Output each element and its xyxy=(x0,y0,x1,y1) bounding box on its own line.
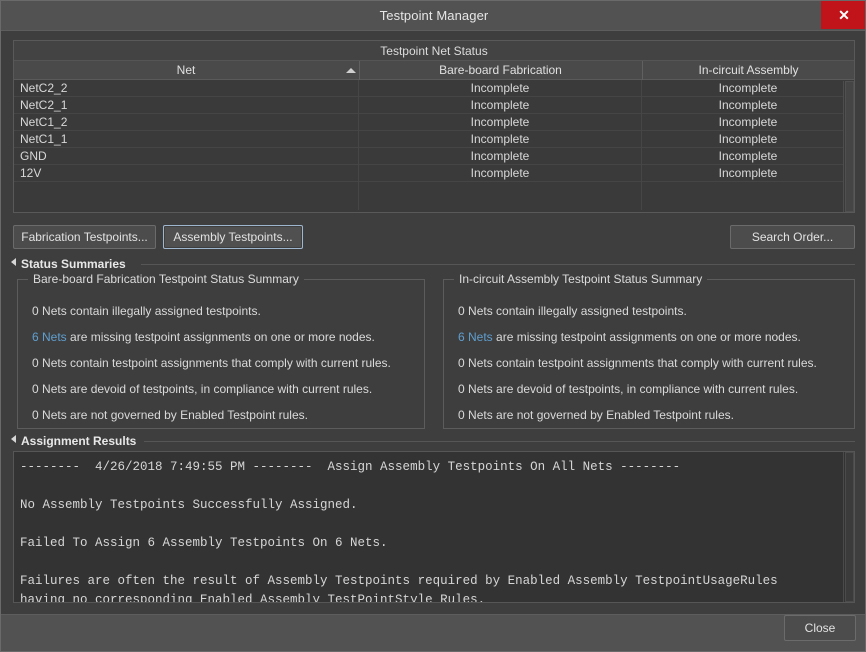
column-header-bare-board-fabrication[interactable]: Bare-board Fabrication xyxy=(359,61,641,80)
fabrication-status-summary-group: Bare-board Fabrication Testpoint Status … xyxy=(17,272,425,429)
summary-line: 0 Nets contain testpoint assignments tha… xyxy=(458,350,848,376)
assignment-results-log-text: -------- 4/26/2018 7:49:55 PM -------- A… xyxy=(20,460,778,603)
column-divider-1[interactable] xyxy=(358,80,359,210)
grid-header-row: Net Bare-board Fabrication In-circuit As… xyxy=(14,61,854,80)
cell-net: NetC1_2 xyxy=(20,115,68,129)
nets-count: 0 xyxy=(458,382,465,396)
sort-ascending-icon[interactable] xyxy=(346,68,356,73)
nets-link[interactable]: 6 Nets xyxy=(32,330,67,344)
nets-count: 0 xyxy=(32,408,39,422)
summary-line: 6 Nets are missing testpoint assignments… xyxy=(458,324,848,350)
cell-assembly: Incomplete xyxy=(718,115,778,129)
table-row[interactable]: NetC2_1 Incomplete Incomplete xyxy=(14,97,854,114)
close-button[interactable]: Close xyxy=(784,615,856,641)
table-row[interactable]: NetC2_2 Incomplete Incomplete xyxy=(14,80,854,97)
cell-fabrication: Incomplete xyxy=(470,132,530,146)
summary-line: 0 Nets are not governed by Enabled Testp… xyxy=(458,402,848,428)
summary-line-text: Nets are devoid of testpoints, in compli… xyxy=(38,382,373,396)
table-row[interactable]: GND Incomplete Incomplete xyxy=(14,148,854,165)
cell-assembly: Incomplete xyxy=(718,149,778,163)
summary-line: 0 Nets contain illegally assigned testpo… xyxy=(458,298,848,324)
assignment-results-section-header[interactable]: Assignment Results xyxy=(11,434,136,450)
summary-line-text: Nets are not governed by Enabled Testpoi… xyxy=(38,408,308,422)
assignment-results-label: Assignment Results xyxy=(21,434,137,448)
cell-assembly: Incomplete xyxy=(718,166,778,180)
assignment-results-log[interactable]: -------- 4/26/2018 7:49:55 PM -------- A… xyxy=(13,451,855,603)
testpoint-net-status-grid: Testpoint Net Status Net Bare-board Fabr… xyxy=(13,40,855,213)
column-header-net[interactable]: Net xyxy=(14,61,358,80)
table-row[interactable]: NetC1_1 Incomplete Incomplete xyxy=(14,131,854,148)
grid-scrollbar-thumb[interactable] xyxy=(845,81,854,212)
column-header-in-circuit-assembly[interactable]: In-circuit Assembly xyxy=(642,61,854,80)
cell-fabrication: Incomplete xyxy=(470,115,530,129)
nets-count: 0 xyxy=(32,356,39,370)
summary-line-text: Nets contain testpoint assignments that … xyxy=(38,356,391,370)
summary-line: 0 Nets are devoid of testpoints, in comp… xyxy=(32,376,418,402)
assembly-summary-title: In-circuit Assembly Testpoint Status Sum… xyxy=(454,272,708,287)
title-bar: Testpoint Manager ✕ xyxy=(1,1,865,30)
grid-caption: Testpoint Net Status xyxy=(14,41,854,61)
nets-count: 0 xyxy=(32,304,39,318)
summary-line-text: Nets contain illegally assigned testpoin… xyxy=(464,304,687,318)
summary-line-text: Nets contain illegally assigned testpoin… xyxy=(38,304,261,318)
nets-count: 0 xyxy=(458,408,465,422)
section-divider-results xyxy=(144,441,855,442)
summary-line: 0 Nets contain illegally assigned testpo… xyxy=(32,298,418,324)
cell-fabrication: Incomplete xyxy=(470,149,530,163)
testpoint-manager-dialog: Testpoint Manager ✕ Testpoint Net Status… xyxy=(0,0,866,652)
cell-assembly: Incomplete xyxy=(718,132,778,146)
summary-line: 0 Nets contain testpoint assignments tha… xyxy=(32,350,418,376)
log-scrollbar-thumb[interactable] xyxy=(845,452,854,602)
assembly-status-summary-group: In-circuit Assembly Testpoint Status Sum… xyxy=(443,272,855,429)
summary-line-text: Nets are devoid of testpoints, in compli… xyxy=(464,382,799,396)
fabrication-testpoints-button[interactable]: Fabrication Testpoints... xyxy=(13,225,156,249)
summary-line: 0 Nets are not governed by Enabled Testp… xyxy=(32,402,418,428)
assembly-summary-lines: 0 Nets contain illegally assigned testpo… xyxy=(458,298,848,428)
close-x-icon[interactable]: ✕ xyxy=(821,1,865,29)
cell-net: NetC2_1 xyxy=(20,98,68,112)
summary-line-text: Nets are not governed by Enabled Testpoi… xyxy=(464,408,734,422)
fabrication-summary-lines: 0 Nets contain illegally assigned testpo… xyxy=(32,298,418,428)
grid-row-container: NetC2_2 Incomplete Incomplete NetC2_1 Incomp… xyxy=(14,80,854,210)
collapse-triangle-icon[interactable] xyxy=(11,435,16,443)
fabrication-summary-title: Bare-board Fabrication Testpoint Status … xyxy=(28,272,304,287)
cell-net: NetC2_2 xyxy=(20,81,68,95)
assembly-testpoints-button[interactable]: Assembly Testpoints... xyxy=(163,225,303,249)
cell-fabrication: Incomplete xyxy=(470,166,530,180)
cell-assembly: Incomplete xyxy=(718,98,778,112)
cell-fabrication: Incomplete xyxy=(470,98,530,112)
cell-net: 12V xyxy=(20,166,42,180)
search-order-button[interactable]: Search Order... xyxy=(730,225,855,249)
table-row[interactable]: NetC1_2 Incomplete Incomplete xyxy=(14,114,854,131)
nets-count: 0 xyxy=(32,382,39,396)
table-row[interactable]: 12V Incomplete Incomplete xyxy=(14,165,854,182)
dialog-body: Testpoint Net Status Net Bare-board Fabr… xyxy=(1,30,865,614)
nets-link[interactable]: 6 Nets xyxy=(458,330,493,344)
status-summaries-section-header[interactable]: Status Summaries xyxy=(11,257,126,273)
summary-line: 6 Nets are missing testpoint assignments… xyxy=(32,324,418,350)
column-divider-2[interactable] xyxy=(641,80,642,210)
collapse-triangle-icon[interactable] xyxy=(11,258,16,266)
status-summaries-label: Status Summaries xyxy=(21,257,126,271)
dialog-footer: Close xyxy=(1,614,865,651)
nets-count: 0 xyxy=(458,356,465,370)
cell-assembly: Incomplete xyxy=(718,81,778,95)
summary-line: 0 Nets are devoid of testpoints, in comp… xyxy=(458,376,848,402)
section-divider-status xyxy=(141,264,855,265)
cell-fabrication: Incomplete xyxy=(470,81,530,95)
cell-net: NetC1_1 xyxy=(20,132,68,146)
nets-count: 0 xyxy=(458,304,465,318)
grid-vertical-scrollbar[interactable] xyxy=(843,81,854,212)
summary-line-text: are missing testpoint assignments on one… xyxy=(492,330,801,344)
summary-line-text: are missing testpoint assignments on one… xyxy=(66,330,375,344)
cell-net: GND xyxy=(20,149,47,163)
window-title: Testpoint Manager xyxy=(379,8,489,23)
log-vertical-scrollbar[interactable] xyxy=(843,452,854,602)
summary-line-text: Nets contain testpoint assignments that … xyxy=(464,356,817,370)
